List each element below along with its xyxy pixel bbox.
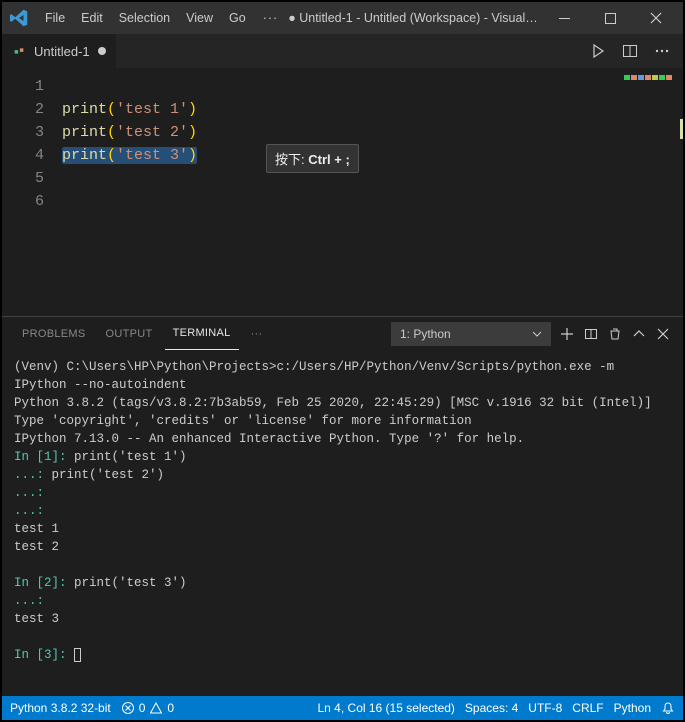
code-line[interactable]: print('test 2') — [62, 121, 197, 144]
code-line[interactable]: print('test 3') — [62, 144, 197, 167]
notifications-button[interactable] — [661, 701, 675, 715]
panel-tab-output[interactable]: OUTPUT — [98, 317, 161, 350]
status-eol[interactable]: CRLF — [572, 701, 603, 715]
status-cursor-position[interactable]: Ln 4, Col 16 (15 selected) — [318, 701, 455, 715]
panel-tab-problems[interactable]: PROBLEMS — [14, 317, 94, 350]
editor-tab[interactable]: Untitled-1 — [2, 34, 117, 69]
file-icon — [12, 44, 26, 58]
code-line[interactable] — [62, 167, 197, 190]
status-language[interactable]: Python — [614, 701, 651, 715]
vscode-logo-icon — [10, 9, 28, 27]
tab-label: Untitled-1 — [34, 44, 90, 59]
status-error-count: 0 — [139, 701, 146, 715]
code-area[interactable]: print('test 1')print('test 2')print('tes… — [60, 69, 197, 316]
code-editor[interactable]: 123456 print('test 1')print('test 2')pri… — [2, 69, 683, 316]
line-number-gutter: 123456 — [2, 69, 60, 316]
editor-tab-bar: Untitled-1 — [2, 34, 683, 69]
run-button[interactable] — [589, 42, 607, 60]
menu-view[interactable]: View — [179, 2, 220, 34]
close-panel-button[interactable] — [655, 326, 671, 342]
terminal-selector-label: 1: Python — [400, 327, 451, 341]
panel-tab-bar: PROBLEMS OUTPUT TERMINAL ··· 1: Python — [2, 317, 683, 350]
minimap[interactable] — [624, 75, 679, 85]
overview-ruler — [680, 119, 683, 139]
status-problems[interactable]: 0 0 — [121, 701, 174, 715]
panel-tab-overflow[interactable]: ··· — [243, 317, 271, 350]
status-interpreter[interactable]: Python 3.8.2 32-bit — [10, 701, 111, 715]
status-warning-count: 0 — [167, 701, 174, 715]
maximize-panel-button[interactable] — [631, 326, 647, 342]
title-bar: File Edit Selection View Go ··· ● Untitl… — [2, 2, 683, 34]
status-bar: Python 3.8.2 32-bit 0 0 Ln 4, Col 16 (15… — [2, 696, 683, 720]
panel-tab-terminal[interactable]: TERMINAL — [165, 317, 239, 350]
menu-selection[interactable]: Selection — [112, 2, 177, 34]
kill-terminal-button[interactable] — [607, 326, 623, 342]
window-minimize-button[interactable] — [541, 2, 587, 34]
code-line[interactable]: print('test 1') — [62, 98, 197, 121]
terminal-output[interactable]: (Venv) C:\Users\HP\Python\Projects>c:/Us… — [2, 350, 683, 696]
code-line[interactable] — [62, 190, 197, 213]
menu-go[interactable]: Go — [222, 2, 253, 34]
status-indent[interactable]: Spaces: 4 — [465, 701, 518, 715]
tooltip-shortcut: Ctrl + ; — [308, 152, 350, 167]
split-terminal-button[interactable] — [583, 326, 599, 342]
chevron-down-icon — [532, 329, 542, 339]
window-title: ● Untitled-1 - Untitled (Workspace) - Vi… — [288, 11, 539, 25]
window-close-button[interactable] — [633, 2, 679, 34]
window-maximize-button[interactable] — [587, 2, 633, 34]
bottom-panel: PROBLEMS OUTPUT TERMINAL ··· 1: Python (… — [2, 316, 683, 696]
terminal-selector[interactable]: 1: Python — [391, 322, 551, 346]
menu-overflow[interactable]: ··· — [255, 2, 287, 34]
tooltip-prefix: 按下: — [275, 152, 308, 167]
editor-more-actions[interactable] — [653, 42, 671, 60]
code-line[interactable] — [62, 75, 197, 98]
menu-edit[interactable]: Edit — [74, 2, 110, 34]
new-terminal-button[interactable] — [559, 326, 575, 342]
split-editor-button[interactable] — [621, 42, 639, 60]
menu-file[interactable]: File — [38, 2, 72, 34]
status-encoding[interactable]: UTF-8 — [528, 701, 562, 715]
keybinding-tooltip: 按下: Ctrl + ; — [266, 144, 359, 173]
dirty-indicator-icon — [98, 47, 106, 55]
